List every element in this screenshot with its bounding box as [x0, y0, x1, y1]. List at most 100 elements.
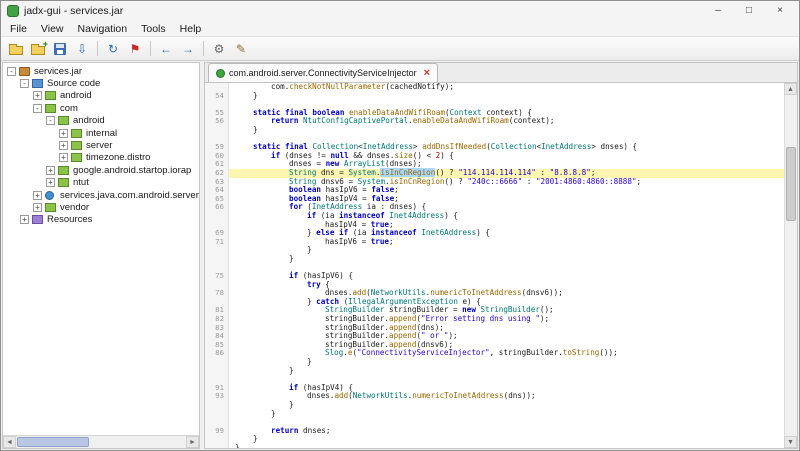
reload-button[interactable]: ↻ [103, 39, 123, 59]
tree-item-label: services.jar [34, 66, 82, 77]
expand-icon[interactable]: + [46, 166, 55, 175]
code-line[interactable]: hasIpV4 = true; [205, 221, 784, 230]
tree-item-google-android-startop-iorap[interactable]: +google.android.startop.iorap [3, 164, 199, 176]
expand-icon[interactable]: + [59, 141, 68, 150]
code-text: } [229, 367, 784, 376]
code-line[interactable]: } [205, 401, 784, 410]
tree-item-label: timezone.distro [86, 152, 150, 163]
collapse-icon[interactable]: - [20, 79, 29, 88]
code-line[interactable]: } [205, 255, 784, 264]
open-folder-icon [9, 46, 23, 55]
code-line[interactable]: } [205, 410, 784, 419]
code-text: } [229, 358, 784, 367]
expand-icon[interactable]: + [59, 129, 68, 138]
back-button[interactable]: ← [156, 39, 176, 59]
code-token: ()); [599, 348, 617, 357]
code-token: Inet6Address [421, 228, 476, 237]
expand-icon[interactable]: + [33, 191, 42, 200]
code-line[interactable]: 71hasIpV6 = true; [205, 238, 784, 247]
menu-item-file[interactable]: File [3, 23, 34, 35]
code-line[interactable]: 86Slog.e("ConnectivityServiceInjector", … [205, 349, 784, 358]
tree-item-ntut[interactable]: + ntut [3, 177, 199, 189]
tree-hscroll-thumb[interactable] [17, 437, 89, 447]
expand-icon[interactable]: + [33, 91, 42, 100]
tree-item-services-jar[interactable]: - services.jar [3, 65, 199, 77]
menu-item-help[interactable]: Help [173, 23, 209, 35]
editor-vertical-scrollbar[interactable]: ▲ ▼ [784, 83, 797, 448]
code-token: ) { [440, 151, 454, 160]
scroll-right-button[interactable]: ► [186, 436, 199, 448]
code-line[interactable]: } [205, 367, 784, 376]
expand-icon[interactable]: + [59, 153, 68, 162]
export-button[interactable]: ⇩ [72, 39, 92, 59]
tab-bar: com.android.server.ConnectivityServiceIn… [205, 63, 797, 83]
maximize-button[interactable]: □ [736, 3, 762, 20]
editor-vscroll-thumb[interactable] [786, 147, 796, 221]
tree-item-resources[interactable]: +Resources [3, 214, 199, 226]
code-token: InetAddress [541, 142, 591, 151]
code-text: } [229, 126, 784, 135]
code-line[interactable]: 84stringBuilder.append(" or "); [205, 332, 784, 341]
code-line[interactable]: } [205, 435, 784, 444]
code-line[interactable]: 83stringBuilder.append(dns); [205, 324, 784, 333]
line-number [205, 126, 229, 135]
tree-item-source-code[interactable]: -Source code [3, 77, 199, 89]
code-editor[interactable]: com.checkNotNullParameter(cachedNotify);… [205, 83, 797, 448]
code-line[interactable]: 99return dnses; [205, 427, 784, 436]
collapse-icon[interactable]: - [7, 67, 16, 76]
code-line[interactable]: com.checkNotNullParameter(cachedNotify); [205, 83, 784, 92]
tree-item-internal[interactable]: +internal [3, 127, 199, 139]
tree-item-com[interactable]: -com [3, 102, 199, 114]
expand-icon[interactable]: + [33, 203, 42, 212]
expand-icon[interactable]: + [20, 215, 29, 224]
code-token: dnses; [298, 426, 330, 435]
tab-close-icon[interactable]: × [424, 68, 430, 79]
scroll-down-button[interactable]: ▼ [784, 436, 797, 448]
scroll-up-button[interactable]: ▲ [784, 83, 797, 95]
line-number: 66 [205, 203, 229, 212]
toolbar: ⇩ ↻⚑ ←→ ⚙✎ [1, 37, 799, 61]
forward-button[interactable]: → [178, 39, 198, 59]
code-token: } [271, 409, 276, 418]
minimize-button[interactable]: – [705, 3, 731, 20]
code-line[interactable]: } [205, 444, 784, 448]
add-folder-icon [31, 46, 45, 55]
close-button[interactable]: × [767, 3, 793, 20]
code-line[interactable]: 78dnses.add(NetworkUtils.numericToInetAd… [205, 289, 784, 298]
code-line[interactable]: 82stringBuilder.append("Error setting dn… [205, 315, 784, 324]
log-viewer-button[interactable]: ✎ [231, 39, 251, 59]
open-files-button[interactable] [6, 39, 26, 59]
scroll-left-button[interactable]: ◄ [3, 436, 16, 448]
line-number [205, 401, 229, 410]
add-files-button[interactable] [28, 39, 48, 59]
preferences-button[interactable]: ⚙ [209, 39, 229, 59]
code-line[interactable]: 69} else if (ia instanceof Inet6Address)… [205, 229, 784, 238]
code-line[interactable]: 66for (InetAddress ia : dnses) { [205, 203, 784, 212]
code-line[interactable]: 56return NtutConfigCaptivePortal.enableD… [205, 117, 784, 126]
tree-item-services-java-com-android-server-a[interactable]: +services.java.com.android.server.a [3, 189, 199, 201]
menu-item-view[interactable]: View [34, 23, 71, 35]
tree-horizontal-scrollbar[interactable]: ◄ ► [3, 435, 199, 448]
expand-icon[interactable]: + [46, 178, 55, 187]
tree-item-android[interactable]: -android [3, 115, 199, 127]
code-line[interactable]: } [205, 126, 784, 135]
tree-item-server[interactable]: +server [3, 139, 199, 151]
tree-item-vendor[interactable]: +vendor [3, 201, 199, 213]
code-line[interactable]: if (ia instanceof Inet4Address) { [205, 212, 784, 221]
toolbar-separator [97, 41, 98, 56]
tree-item-timezone-distro[interactable]: + timezone.distro [3, 152, 199, 164]
code-token: ); [540, 314, 549, 323]
tab-com-android-server-connectivityserviceinjector[interactable]: com.android.server.ConnectivityServiceIn… [208, 63, 438, 82]
line-number: 86 [205, 349, 229, 358]
code-token: if [289, 271, 298, 280]
menu-item-navigation[interactable]: Navigation [71, 23, 135, 35]
save-all-button[interactable] [50, 39, 70, 59]
code-line[interactable]: 75if (hasIpV6) { [205, 272, 784, 281]
menu-item-tools[interactable]: Tools [134, 23, 173, 35]
code-line[interactable]: 54} [205, 92, 784, 101]
tree-item-label: ntut [73, 177, 89, 188]
collapse-icon[interactable]: - [33, 104, 42, 113]
deobfuscation-button[interactable]: ⚑ [125, 39, 145, 59]
collapse-icon[interactable]: - [46, 116, 55, 125]
tree-item-android[interactable]: +android [3, 90, 199, 102]
